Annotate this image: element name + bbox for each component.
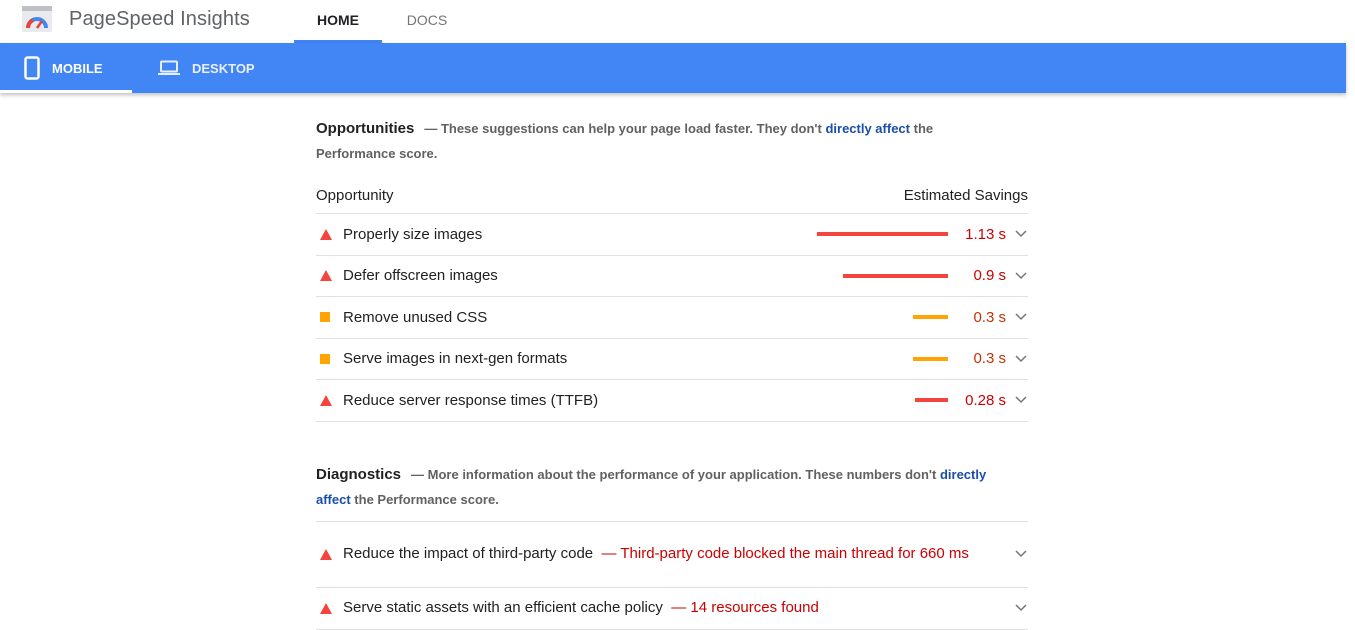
opportunity-row[interactable]: Remove unused CSS 0.3 s bbox=[316, 297, 1028, 339]
diagnostics-desc-text: — More information about the performance… bbox=[411, 466, 940, 482]
tab-desktop-label: DESKTOP bbox=[192, 60, 255, 76]
fail-triangle-icon bbox=[316, 394, 343, 406]
opportunities-desc-mid: the bbox=[910, 121, 934, 136]
report-content: Opportunities — These suggestions can hel… bbox=[316, 93, 1028, 630]
chevron-down-icon[interactable] bbox=[1014, 310, 1028, 324]
audit-detail: — Third-party code blocked the main thre… bbox=[601, 545, 969, 562]
opportunities-description: Opportunities — These suggestions can hel… bbox=[316, 116, 1028, 166]
pagespeed-logo-icon[interactable] bbox=[22, 6, 52, 32]
diagnostics-title: Diagnostics bbox=[316, 465, 402, 483]
savings-value: 0.9 s bbox=[973, 267, 1006, 285]
audit-row[interactable]: Serve static assets with an efficient ca… bbox=[316, 588, 1028, 630]
savings-value: 1.13 s bbox=[965, 225, 1006, 243]
laptop-icon bbox=[158, 60, 180, 75]
chevron-down-icon[interactable] bbox=[1014, 227, 1028, 241]
opportunities-list: Properly size images 1.13 s Defer offscree… bbox=[316, 214, 1028, 422]
savings-bar bbox=[817, 232, 948, 237]
chevron-down-icon[interactable] bbox=[1014, 269, 1028, 283]
directly-affect-link[interactable]: directly affect bbox=[825, 121, 910, 136]
phone-icon bbox=[24, 56, 40, 80]
opportunity-row[interactable]: Serve images in next-gen formats 0.3 s bbox=[316, 339, 1028, 380]
chevron-down-icon[interactable] bbox=[1014, 601, 1028, 615]
audit-title: Reduce the impact of third-party code — … bbox=[343, 542, 983, 566]
opportunity-row[interactable]: Properly size images 1.13 s bbox=[316, 214, 1028, 256]
opportunities-table-header: Opportunity Estimated Savings bbox=[316, 177, 1028, 214]
opportunities-section: Opportunities — These suggestions can hel… bbox=[316, 93, 1028, 422]
diagnostics-list: Reduce the impact of third-party code — … bbox=[316, 520, 1028, 630]
savings-value: 0.28 s bbox=[965, 391, 1006, 409]
tab-desktop[interactable]: DESKTOP bbox=[158, 43, 255, 93]
active-tab-indicator bbox=[0, 90, 132, 93]
opportunity-row[interactable]: Reduce server response times (TTFB) 0.28 … bbox=[316, 380, 1028, 422]
savings-bar bbox=[843, 273, 948, 278]
column-opportunity: Opportunity bbox=[316, 187, 394, 204]
chevron-down-icon[interactable] bbox=[1014, 352, 1028, 366]
savings-value: 0.3 s bbox=[973, 350, 1006, 368]
opportunities-title: Opportunities bbox=[316, 120, 415, 137]
affect-link[interactable]: affect bbox=[316, 492, 351, 507]
average-square-icon bbox=[316, 312, 343, 323]
tab-home[interactable]: HOME bbox=[294, 0, 382, 43]
savings-bar bbox=[913, 356, 948, 361]
tab-docs[interactable]: DOCS bbox=[382, 0, 472, 43]
top-header: PageSpeed Insights HOME DOCS bbox=[0, 0, 1355, 43]
savings-value: 0.3 s bbox=[973, 308, 1006, 326]
audit-title: Serve static assets with an efficient ca… bbox=[343, 596, 983, 620]
audit-detail: — 14 resources found bbox=[671, 599, 819, 616]
opportunities-desc-text: — These suggestions can help your page l… bbox=[424, 121, 826, 136]
audit-row[interactable]: Reduce the impact of third-party code — … bbox=[316, 522, 1028, 588]
fail-triangle-icon bbox=[316, 602, 343, 614]
fail-triangle-icon bbox=[316, 270, 343, 282]
chevron-down-icon[interactable] bbox=[1014, 547, 1028, 561]
savings-bar bbox=[915, 398, 948, 403]
app-title: PageSpeed Insights bbox=[69, 8, 250, 30]
device-tab-bar: MOBILE DESKTOP bbox=[0, 43, 1346, 93]
audit-title-text: Serve static assets with an efficient ca… bbox=[343, 599, 663, 616]
diagnostics-desc-suffix: the Performance score. bbox=[350, 491, 499, 507]
fail-triangle-icon bbox=[316, 548, 343, 560]
average-square-icon bbox=[316, 353, 343, 364]
opportunity-row[interactable]: Defer offscreen images 0.9 s bbox=[316, 256, 1028, 297]
diagnostics-description: Diagnostics — More information about the … bbox=[316, 462, 1028, 512]
tab-mobile-label: MOBILE bbox=[52, 60, 103, 76]
opportunities-desc-suffix: Performance score. bbox=[316, 146, 438, 161]
tab-mobile[interactable]: MOBILE bbox=[24, 43, 132, 93]
diagnostics-section: Diagnostics — More information about the … bbox=[316, 422, 1028, 630]
column-estimated-savings: Estimated Savings bbox=[903, 187, 1028, 204]
fail-triangle-icon bbox=[316, 228, 343, 240]
savings-bar bbox=[913, 315, 948, 320]
directly-link[interactable]: directly bbox=[940, 467, 986, 482]
chevron-down-icon[interactable] bbox=[1014, 393, 1028, 407]
audit-title-text: Reduce the impact of third-party code bbox=[343, 545, 594, 562]
